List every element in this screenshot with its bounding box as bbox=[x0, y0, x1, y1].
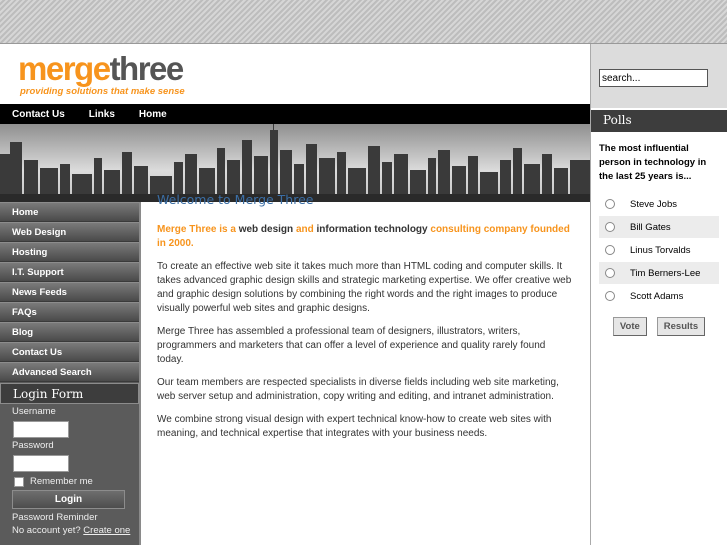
sidebar-item-blog[interactable]: Blog bbox=[0, 322, 139, 342]
right-sidebar: Polls The most influential person in tec… bbox=[590, 44, 727, 545]
no-account-text: No account yet? bbox=[12, 525, 81, 536]
sidebar-item-faqs[interactable]: FAQs bbox=[0, 302, 139, 322]
create-account-link[interactable]: Create one bbox=[83, 525, 130, 536]
intro-part-1: Merge Three is a bbox=[157, 224, 236, 235]
main-content: Welcome to Merge Three Merge Three is a … bbox=[157, 192, 573, 450]
top-pattern-band bbox=[0, 0, 727, 44]
logo-three-text: three bbox=[109, 50, 185, 87]
results-button[interactable]: Results bbox=[656, 317, 706, 336]
password-field[interactable] bbox=[13, 455, 69, 472]
content-paragraph: Our team members are respected specialis… bbox=[157, 377, 559, 402]
topnav-home[interactable]: Home bbox=[139, 109, 167, 120]
top-navigation: Contact Us Links Home bbox=[0, 104, 590, 124]
content-paragraph: We combine strong visual design with exp… bbox=[157, 414, 552, 439]
poll-option-label: Steve Jobs bbox=[630, 198, 677, 210]
radio-icon[interactable] bbox=[605, 245, 615, 255]
login-form-title: Login Form bbox=[0, 383, 139, 404]
intro-part-2: web design bbox=[235, 224, 296, 235]
radio-icon[interactable] bbox=[605, 291, 615, 301]
poll-option-label: Scott Adams bbox=[630, 290, 684, 302]
sidebar-item-contact-us[interactable]: Contact Us bbox=[0, 342, 139, 362]
poll-question: The most influential person in technolog… bbox=[599, 143, 707, 182]
login-button[interactable]: Login bbox=[12, 490, 125, 509]
poll-option-steve-jobs[interactable]: Steve Jobs bbox=[599, 193, 719, 215]
content-paragraph: To create an effective web site it takes… bbox=[157, 261, 572, 314]
poll-option-label: Bill Gates bbox=[630, 221, 671, 233]
sidebar-item-it-support[interactable]: I.T. Support bbox=[0, 262, 139, 282]
sidebar-item-web-design[interactable]: Web Design bbox=[0, 222, 139, 242]
remember-me-row: Remember me bbox=[0, 476, 139, 487]
radio-icon[interactable] bbox=[605, 268, 615, 278]
search-area bbox=[591, 44, 727, 108]
intro-paragraph: Merge Three is a web design and informat… bbox=[157, 223, 573, 251]
intro-part-4: information technology bbox=[313, 224, 431, 235]
poll-option-bill-gates[interactable]: Bill Gates bbox=[599, 216, 719, 238]
city-skyline-banner bbox=[0, 124, 590, 202]
poll-option-tim-berners-lee[interactable]: Tim Berners-Lee bbox=[599, 262, 719, 284]
radio-icon[interactable] bbox=[605, 222, 615, 232]
password-reminder-link[interactable]: Password Reminder bbox=[0, 512, 139, 523]
poll-option-label: Tim Berners-Lee bbox=[630, 267, 701, 279]
poll-option-linus-torvalds[interactable]: Linus Torvalds bbox=[599, 239, 719, 261]
radio-icon[interactable] bbox=[605, 199, 615, 209]
create-account-row: No account yet? Create one bbox=[0, 525, 139, 536]
sidebar-item-advanced-search[interactable]: Advanced Search bbox=[0, 362, 139, 382]
left-sidebar: Home Web Design Hosting I.T. Support New… bbox=[0, 202, 141, 545]
username-field[interactable] bbox=[13, 421, 69, 438]
logo-merge-text: merge bbox=[18, 50, 111, 87]
username-label: Username bbox=[12, 406, 56, 417]
search-input[interactable] bbox=[599, 69, 708, 87]
vote-button[interactable]: Vote bbox=[612, 317, 647, 336]
intro-part-3: and bbox=[295, 224, 314, 235]
page-title: Welcome to Merge Three bbox=[157, 192, 314, 207]
logo-tagline: providing solutions that make sense bbox=[20, 86, 185, 97]
polls-title: Polls bbox=[591, 110, 727, 132]
poll-buttons: Vote Results bbox=[591, 317, 727, 336]
site-header: mergethree providing solutions that make… bbox=[0, 44, 590, 104]
password-label: Password bbox=[12, 440, 54, 451]
topnav-links[interactable]: Links bbox=[89, 109, 115, 120]
content-paragraph: Merge Three has assembled a professional… bbox=[157, 326, 546, 365]
poll-option-label: Linus Torvalds bbox=[630, 244, 691, 256]
topnav-contact-us[interactable]: Contact Us bbox=[12, 109, 65, 120]
remember-me-label: Remember me bbox=[30, 476, 93, 487]
site-logo[interactable]: mergethree bbox=[18, 50, 185, 87]
skyline-graphic bbox=[0, 124, 590, 202]
remember-me-checkbox[interactable] bbox=[14, 476, 24, 487]
sidebar-item-home[interactable]: Home bbox=[0, 202, 139, 222]
sidebar-item-news-feeds[interactable]: News Feeds bbox=[0, 282, 139, 302]
poll-option-scott-adams[interactable]: Scott Adams bbox=[599, 285, 719, 307]
sidebar-item-hosting[interactable]: Hosting bbox=[0, 242, 139, 262]
